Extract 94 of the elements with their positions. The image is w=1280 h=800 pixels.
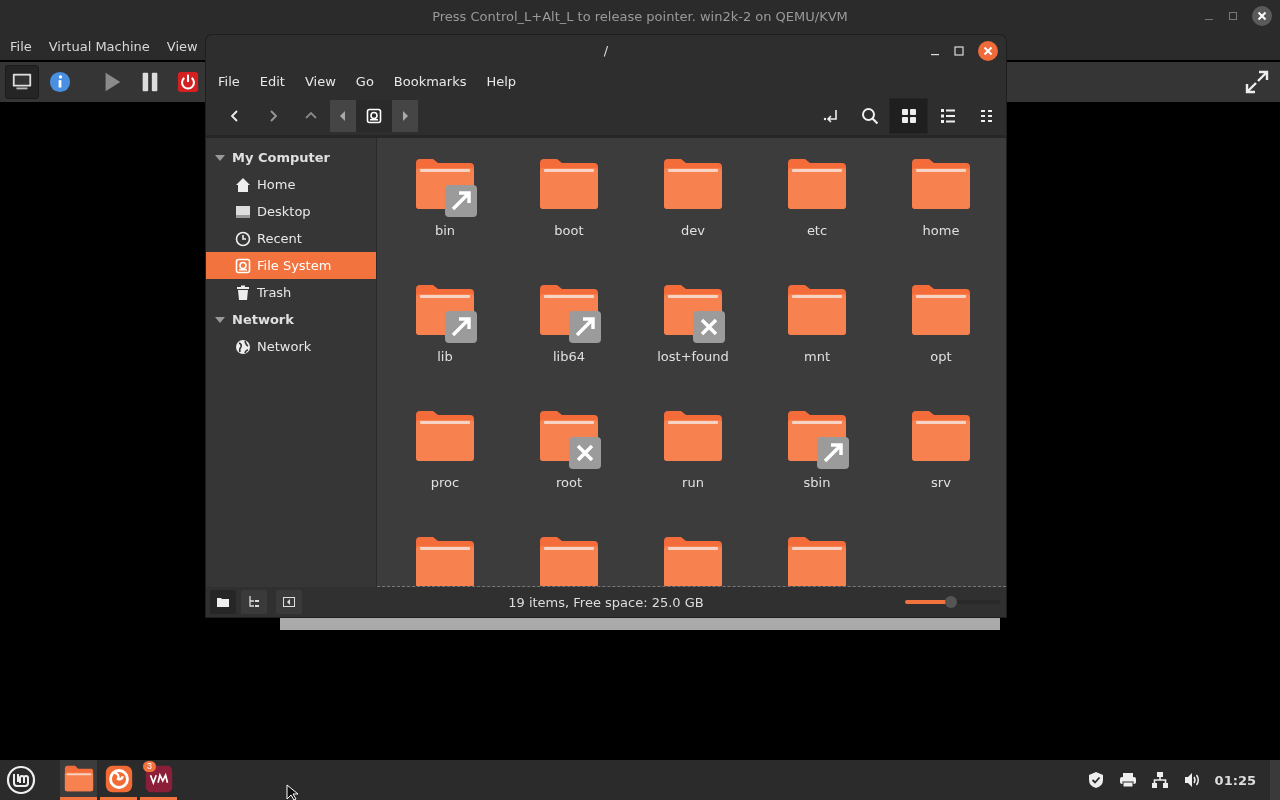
file-name: home xyxy=(922,223,960,238)
menu-item[interactable]: File xyxy=(8,38,41,54)
menu-item[interactable]: Help xyxy=(482,74,521,89)
trash-icon xyxy=(235,284,251,301)
desktop-icon xyxy=(235,203,251,220)
info-icon xyxy=(49,71,71,93)
caret-icon xyxy=(401,110,409,122)
menu-item[interactable]: View xyxy=(164,38,207,54)
close-icon[interactable] xyxy=(1252,6,1272,26)
drive-icon xyxy=(235,257,251,274)
file-name: lib64 xyxy=(553,349,585,364)
folder-icon[interactable] xyxy=(912,411,970,461)
grid-icon xyxy=(900,108,917,124)
file-name: sbin xyxy=(803,475,831,490)
file-name: lost+found xyxy=(657,349,729,364)
return-arrow-icon xyxy=(822,108,839,124)
volume-icon[interactable] xyxy=(1182,771,1201,789)
folder-icon[interactable] xyxy=(788,285,846,335)
folder-icon[interactable] xyxy=(416,537,474,586)
path-left-button[interactable] xyxy=(330,100,356,132)
window-title: Press Control_L+Alt_L to release pointer. win2k-2 on QEMU/KVM xyxy=(432,8,848,24)
sidebar-item[interactable]: Trash xyxy=(206,279,376,306)
menu-item[interactable]: Bookmarks xyxy=(389,74,471,89)
list-icon xyxy=(939,108,956,124)
folder-icon xyxy=(217,597,229,607)
file-name: boot xyxy=(554,223,584,238)
folder-icon[interactable] xyxy=(912,285,970,335)
drive-icon xyxy=(366,108,382,124)
link-emblem-icon xyxy=(445,311,477,343)
tree-icon xyxy=(248,596,260,608)
sidebar-item[interactable]: Home xyxy=(206,171,376,198)
file-name: run xyxy=(682,475,704,490)
unreadable-emblem-icon xyxy=(569,437,601,469)
file-name: proc xyxy=(430,475,460,490)
file-name: mnt xyxy=(804,349,830,364)
folder-icon[interactable] xyxy=(788,159,846,209)
window-title: / xyxy=(603,43,609,58)
path-right-button[interactable] xyxy=(392,100,418,132)
folder-icon[interactable] xyxy=(416,411,474,461)
file-name: srv xyxy=(931,475,951,490)
network-icon[interactable] xyxy=(1150,771,1169,789)
power-icon xyxy=(177,71,199,93)
file-name: etc xyxy=(806,223,828,238)
section-heading: Network xyxy=(232,312,294,327)
folder-icon[interactable] xyxy=(788,537,846,586)
file-name: opt xyxy=(930,349,952,364)
places-button[interactable] xyxy=(210,590,236,614)
home-icon xyxy=(235,176,251,193)
mint-logo-icon xyxy=(6,765,36,795)
panel-icon xyxy=(283,597,295,607)
file-name: bin xyxy=(434,223,456,238)
globe-icon xyxy=(235,338,251,355)
unreadable-emblem-icon xyxy=(693,311,725,343)
status-text: 19 items, Free space: 25.0 GB xyxy=(508,594,704,610)
menu-item[interactable]: Go xyxy=(351,74,378,89)
printer-icon[interactable] xyxy=(1118,771,1137,789)
file-name: root xyxy=(555,475,583,490)
link-emblem-icon xyxy=(817,437,849,469)
sidebar-item[interactable]: Recent xyxy=(206,225,376,252)
folder-icon[interactable] xyxy=(540,537,598,586)
link-emblem-icon xyxy=(569,311,601,343)
close-icon[interactable] xyxy=(978,41,998,61)
panel-edge xyxy=(1270,760,1280,800)
sidebar-item[interactable]: Network xyxy=(206,333,376,360)
menu-item[interactable]: Edit xyxy=(255,74,289,89)
view-mode-button[interactable] xyxy=(889,98,928,134)
caret-icon xyxy=(339,110,347,122)
folder-icon[interactable] xyxy=(664,537,722,586)
search-icon xyxy=(860,107,879,125)
fullscreen-icon[interactable] xyxy=(1244,69,1270,95)
slider-thumb[interactable] xyxy=(944,596,957,608)
clock-icon xyxy=(235,230,251,247)
file-name: dev xyxy=(681,223,705,238)
shield-icon[interactable] xyxy=(1086,771,1105,789)
clock[interactable]: 01:25 xyxy=(1214,772,1256,788)
maximize-icon[interactable] xyxy=(1228,11,1238,21)
menu-item[interactable]: View xyxy=(300,74,340,89)
monitor-button[interactable] xyxy=(5,65,39,99)
file-name: lib xyxy=(437,349,453,364)
notification-badge: 3 xyxy=(143,761,156,772)
menu-item[interactable]: Virtual Machine xyxy=(46,38,159,54)
menu-item[interactable]: File xyxy=(214,74,244,89)
compact-list-icon xyxy=(978,108,995,124)
taskbar-app-button[interactable] xyxy=(60,760,97,800)
section-heading: My Computer xyxy=(232,150,330,165)
folder-icon[interactable] xyxy=(912,159,970,209)
path-button[interactable] xyxy=(356,100,392,132)
folder-icon[interactable] xyxy=(664,411,722,461)
sidebar-item[interactable]: Desktop xyxy=(206,198,376,225)
folder-icon[interactable] xyxy=(664,159,722,209)
tree-button[interactable] xyxy=(241,590,267,614)
sidebar-toggle-button[interactable] xyxy=(276,590,302,614)
folder-icon[interactable] xyxy=(540,159,598,209)
link-emblem-icon xyxy=(445,185,477,217)
